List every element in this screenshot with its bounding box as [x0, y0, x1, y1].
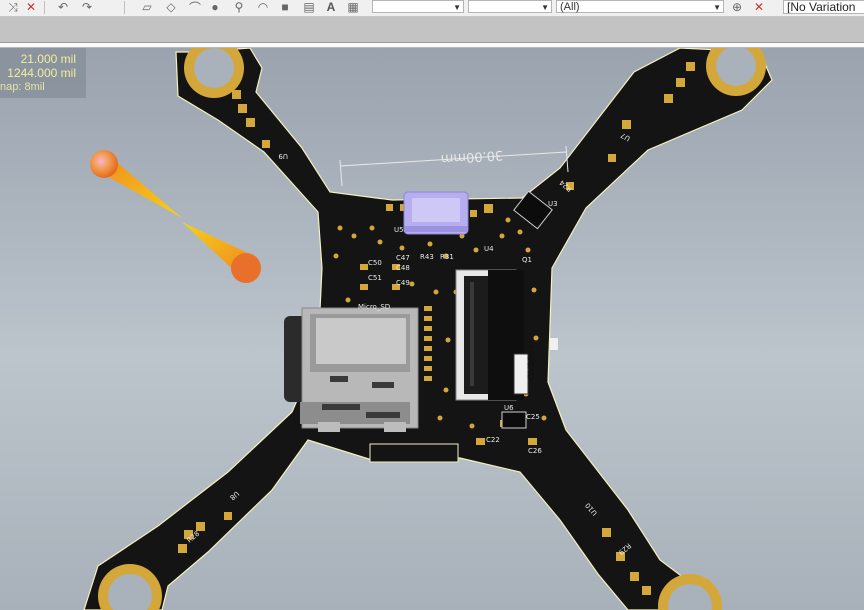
label-c25: C25 — [526, 413, 540, 421]
label-u3: U3 — [548, 200, 558, 208]
orientation-arrow-icon — [90, 150, 261, 283]
component-icon[interactable]: ● — [208, 0, 222, 14]
pcb-3d-viewport[interactable]: U5 Micro_SD C50 C51 C47 C48 C49 R43 R31 … — [0, 48, 864, 610]
label-r43: R43 — [420, 253, 434, 261]
pad-icon[interactable]: ▱ — [140, 0, 154, 14]
via-icon[interactable]: ◇ — [164, 0, 178, 14]
wire-icon[interactable]: ⚲ — [232, 0, 246, 14]
line-icon[interactable]: ▤ — [302, 0, 316, 14]
micro-sd-slot — [284, 307, 419, 432]
dimension-label: 30.00mm — [440, 147, 503, 166]
label-u5: U5 — [394, 226, 404, 234]
clear-filter-icon[interactable]: ✕ — [752, 0, 766, 14]
label-ov9653: OV9653 — [527, 344, 537, 380]
label-c26: C26 — [528, 447, 542, 455]
usb-connector — [403, 191, 469, 235]
snap-setting: nap: 8mil — [0, 81, 45, 93]
route-icon[interactable]: ⤨ — [6, 0, 20, 14]
label-r31: R31 — [440, 253, 454, 261]
redo-icon[interactable]: ↷ — [80, 0, 94, 14]
net-select[interactable]: ▼ — [468, 0, 552, 13]
fill-icon[interactable]: ▦ — [346, 0, 360, 14]
delete-icon[interactable]: ✕ — [24, 0, 38, 14]
label-u4: U4 — [484, 245, 494, 253]
string-icon[interactable]: A — [324, 0, 338, 14]
variation-select[interactable]: [No Variation — [783, 0, 864, 14]
toolbar-separator — [124, 1, 125, 14]
arc-icon[interactable]: ⌒ — [188, 0, 202, 15]
label-c48: C48 — [396, 264, 410, 272]
label-c47: C47 — [396, 254, 410, 262]
label-c49: C49 — [396, 279, 410, 287]
label-u6: U6 — [504, 404, 514, 412]
label-q1: Q1 — [522, 256, 532, 264]
label-micro-sd: Micro_SD — [358, 303, 390, 311]
label-c50: C50 — [368, 259, 382, 267]
undo-icon[interactable]: ↶ — [56, 0, 70, 14]
label-u9: U9 — [278, 152, 288, 160]
toolbar-separator — [44, 1, 45, 14]
x-coordinate: 21.000 mil — [20, 52, 76, 66]
coordinate-readout: 21.000 mil 1244.000 mil nap: 8mil — [0, 48, 86, 98]
filter-select[interactable]: (All) ▼ — [556, 0, 724, 13]
toolbar: ⤨ ✕ ↶ ↷ ▱ ◇ ⌒ ● ⚲ ◠ ■ ▤ A ▦ ▼ ▼ (All) ▼ ⊕… — [0, 0, 864, 17]
arc-tool-icon[interactable]: ◠ — [256, 0, 270, 14]
label-c51: C51 — [368, 274, 382, 282]
camera-connector — [455, 269, 529, 401]
label-c22: C22 — [486, 436, 500, 444]
y-coordinate: 1244.000 mil — [7, 66, 76, 80]
zoom-icon[interactable]: ⊕ — [730, 0, 744, 14]
panel-bar — [0, 17, 864, 43]
layer-select[interactable]: ▼ — [372, 0, 464, 13]
rectangle-icon[interactable]: ■ — [278, 0, 292, 14]
